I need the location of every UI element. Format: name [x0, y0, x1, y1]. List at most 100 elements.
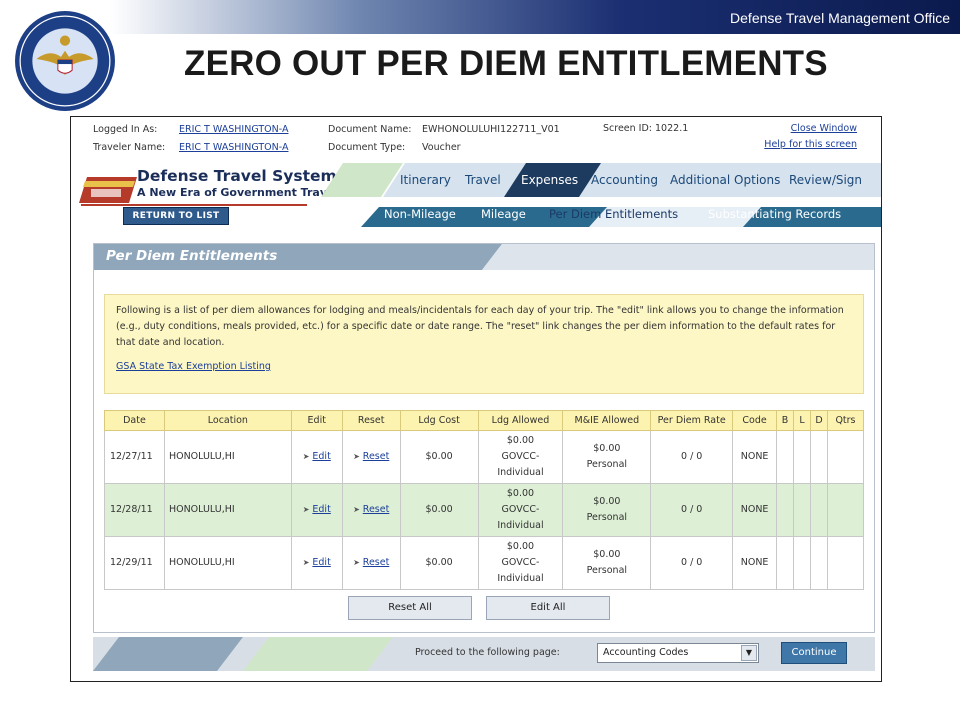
mie-amount: $0.00	[593, 496, 621, 507]
reset-link[interactable]: Reset	[363, 504, 390, 515]
tab-additional-options[interactable]: Additional Options	[670, 173, 780, 187]
edit-link[interactable]: Edit	[312, 451, 330, 462]
reset-link[interactable]: Reset	[363, 451, 390, 462]
arrow-right-icon: ➤	[302, 452, 310, 461]
login-info-bar: Logged In As: ERIC T WASHINGTON-A Travel…	[71, 117, 881, 159]
cell-b	[776, 430, 795, 484]
per-diem-table: Date Location Edit Reset Ldg Cost Ldg Al…	[104, 410, 865, 590]
traveler-name-link[interactable]: ERIC T WASHINGTON-A	[179, 142, 288, 153]
org-name: Defense Travel Management Office	[730, 10, 950, 26]
app-subtitle: A New Era of Government Travel	[137, 186, 339, 199]
cell-location: HONOLULU,HI	[163, 430, 292, 484]
reset-link[interactable]: Reset	[363, 557, 390, 568]
cell-l	[793, 536, 811, 590]
col-header-reset: Reset	[341, 410, 401, 431]
tab-review-sign[interactable]: Review/Sign	[789, 173, 862, 187]
col-header-ldg-cost: Ldg Cost	[399, 410, 479, 431]
document-type-value: Voucher	[422, 142, 461, 153]
info-text: Following is a list of per diem allowanc…	[116, 305, 844, 348]
ldg-allowed-amount: $0.00	[506, 541, 535, 552]
traveler-name-label: Traveler Name:	[93, 142, 166, 153]
logged-in-user-link[interactable]: ERIC T WASHINGTON-A	[179, 124, 288, 135]
ldg-allowed-method: GOVCC-	[501, 504, 540, 515]
cell-reset: ➤ Reset	[341, 536, 401, 590]
cell-date: 12/29/11	[104, 536, 165, 590]
tab-expenses[interactable]: Expenses	[521, 173, 578, 187]
cell-edit: ➤ Edit	[290, 430, 343, 484]
mie-method: Personal	[586, 565, 628, 576]
cell-per-diem-rate: 0 / 0	[650, 430, 734, 484]
col-header-per-diem-rate: Per Diem Rate	[650, 410, 734, 431]
ldg-allowed-amount: $0.00	[506, 435, 535, 446]
help-link[interactable]: Help for this screen	[764, 139, 857, 150]
panel-title: Per Diem Entitlements	[106, 248, 278, 264]
arrow-right-icon: ➤	[302, 505, 310, 514]
col-header-edit: Edit	[290, 410, 343, 431]
mie-method: Personal	[586, 512, 628, 523]
screen-id: Screen ID: 1022.1	[603, 123, 689, 134]
continue-button[interactable]: Continue	[781, 642, 847, 664]
tab-accounting[interactable]: Accounting	[591, 173, 658, 187]
proceed-page-select[interactable]: Accounting Codes ▼	[597, 643, 759, 663]
cell-ldg-allowed: $0.00 GOVCC- Individual	[477, 536, 564, 590]
col-header-d: D	[810, 410, 828, 431]
slide-header-bar: Defense Travel Management Office	[0, 0, 960, 34]
gsa-tax-exemption-link[interactable]: GSA State Tax Exemption Listing	[116, 361, 271, 372]
edit-link[interactable]: Edit	[312, 557, 330, 568]
tab-travel[interactable]: Travel	[465, 173, 501, 187]
ldg-allowed-method: GOVCC-	[501, 451, 540, 462]
cell-mie-allowed: $0.00 Personal	[562, 430, 652, 484]
cell-mie-allowed: $0.00 Personal	[562, 483, 652, 537]
cell-qtrs	[826, 536, 865, 590]
reset-all-button[interactable]: Reset All	[348, 596, 472, 620]
col-header-l: L	[793, 410, 811, 431]
app-title: Defense Travel System	[137, 167, 337, 185]
subtab-per-diem-entitlements[interactable]: Per Diem Entitlements	[549, 207, 678, 221]
cell-per-diem-rate: 0 / 0	[650, 536, 734, 590]
edit-all-button[interactable]: Edit All	[486, 596, 610, 620]
footer-decoration	[93, 637, 393, 671]
cell-ldg-cost: $0.00	[399, 430, 479, 484]
return-to-list-button[interactable]: RETURN TO LIST	[123, 207, 229, 225]
ldg-allowed-type: Individual	[497, 467, 544, 478]
subtab-non-mileage[interactable]: Non-Mileage	[384, 207, 456, 221]
document-name-label: Document Name:	[328, 124, 412, 135]
ldg-allowed-method: GOVCC-	[501, 557, 540, 568]
subtab-substantiating-records[interactable]: Substantiating Records	[708, 207, 841, 221]
subtab-mileage[interactable]: Mileage	[481, 207, 526, 221]
dtmo-seal-icon	[15, 11, 115, 111]
col-header-code: Code	[732, 410, 778, 431]
cell-l	[793, 483, 811, 537]
mie-amount: $0.00	[593, 443, 621, 454]
cell-ldg-cost: $0.00	[399, 483, 479, 537]
cell-mie-allowed: $0.00 Personal	[562, 536, 652, 590]
dts-screenshot: Logged In As: ERIC T WASHINGTON-A Travel…	[70, 116, 882, 682]
close-window-link[interactable]: Close Window	[791, 123, 857, 134]
edit-link[interactable]: Edit	[312, 504, 330, 515]
cell-b	[776, 483, 795, 537]
cell-code: NONE	[732, 430, 778, 484]
proceed-label: Proceed to the following page:	[415, 647, 560, 658]
col-header-mie-allowed: M&IE Allowed	[562, 410, 652, 431]
cell-l	[793, 430, 811, 484]
table-row: 12/29/11 HONOLULU,HI ➤ Edit ➤ Reset $0.00 …	[104, 536, 865, 590]
col-header-b: B	[776, 410, 795, 431]
document-name-value: EWHONOLULUHI122711_V01	[422, 124, 560, 135]
slide-title: ZERO OUT PER DIEM ENTITLEMENTS	[184, 44, 828, 83]
footer-navigation: Proceed to the following page: Accountin…	[93, 637, 875, 671]
cell-edit: ➤ Edit	[290, 536, 343, 590]
chevron-down-icon[interactable]: ▼	[741, 645, 757, 661]
cell-d	[810, 483, 828, 537]
proceed-page-selected: Accounting Codes	[603, 647, 689, 658]
cell-edit: ➤ Edit	[290, 483, 343, 537]
cell-b	[776, 536, 795, 590]
cell-ldg-cost: $0.00	[399, 536, 479, 590]
document-type-label: Document Type:	[328, 142, 406, 153]
tab-itinerary[interactable]: Itinerary	[400, 173, 451, 187]
cell-qtrs	[826, 483, 865, 537]
cell-d	[810, 536, 828, 590]
ldg-allowed-type: Individual	[497, 573, 544, 584]
mie-amount: $0.00	[593, 549, 621, 560]
cell-per-diem-rate: 0 / 0	[650, 483, 734, 537]
cell-reset: ➤ Reset	[341, 430, 401, 484]
